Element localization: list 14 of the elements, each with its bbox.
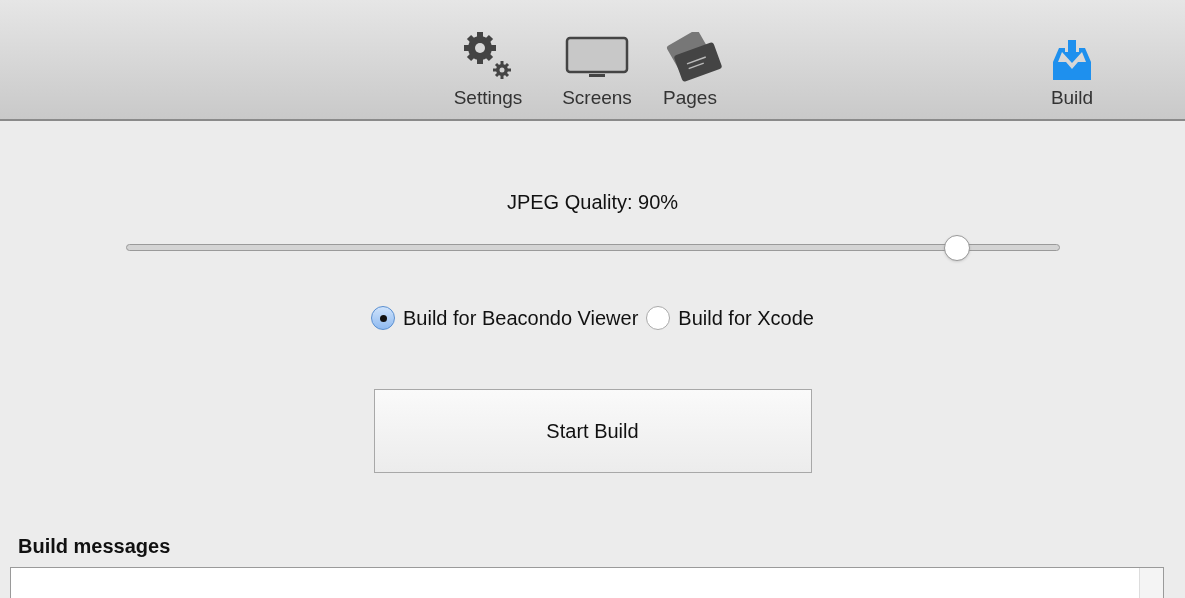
quality-slider[interactable] [125, 235, 1060, 261]
radio-label[interactable]: Build for Xcode [678, 303, 814, 333]
toolbar-tab[interactable]: Screens [562, 83, 632, 112]
messages-label: Build messages [18, 534, 172, 559]
toolbar-tab[interactable]: Pages [663, 83, 717, 112]
quality-label: JPEG Quality: 90% [506, 190, 679, 215]
start-build-button[interactable]: Start Build [373, 389, 812, 473]
scroll-bar[interactable] [1139, 568, 1163, 598]
slider-thumb[interactable] [943, 235, 970, 261]
radio-button[interactable] [371, 306, 395, 330]
radio-label[interactable]: Build for Beacondo Viewer [403, 303, 639, 333]
radio-button[interactable] [646, 306, 671, 330]
toolbar-tab[interactable]: Build [1050, 83, 1094, 112]
toolbar-tab[interactable]: Settings [453, 83, 523, 112]
